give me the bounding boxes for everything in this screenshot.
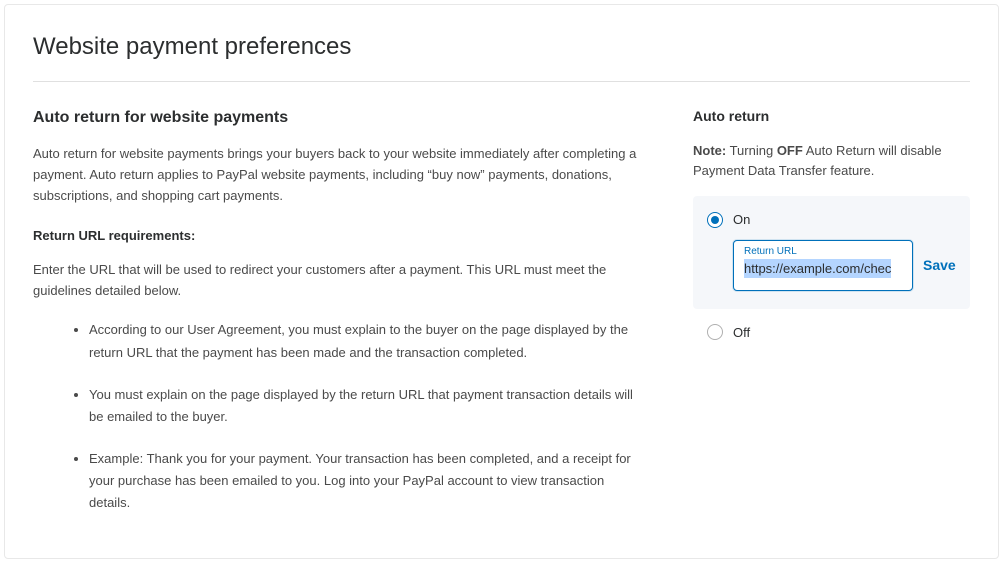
note-label: Note: bbox=[693, 143, 726, 158]
list-item: You must explain on the page displayed b… bbox=[89, 384, 653, 428]
return-url-input[interactable]: Return URL https://example.com/chec bbox=[733, 240, 913, 291]
return-url-value: https://example.com/chec bbox=[744, 259, 891, 279]
description-column: Auto return for website payments Auto re… bbox=[33, 106, 653, 534]
note-text: Note: Turning OFF Auto Return will disab… bbox=[693, 141, 970, 180]
radio-off[interactable]: Off bbox=[693, 323, 970, 343]
list-item: Example: Thank you for your payment. You… bbox=[89, 448, 653, 514]
note-mid1: Turning bbox=[726, 143, 777, 158]
radio-on-icon bbox=[707, 212, 723, 228]
auto-return-heading: Auto return bbox=[693, 106, 970, 127]
radio-on-label: On bbox=[733, 210, 750, 230]
radio-off-icon bbox=[707, 324, 723, 340]
intro-text: Auto return for website payments brings … bbox=[33, 144, 653, 206]
save-button[interactable]: Save bbox=[923, 255, 956, 276]
settings-panel: Website payment preferences Auto return … bbox=[4, 4, 999, 559]
list-item: According to our User Agreement, you mus… bbox=[89, 319, 653, 363]
page-title: Website payment preferences bbox=[33, 29, 970, 82]
section-heading: Auto return for website payments bbox=[33, 106, 653, 130]
requirements-list: According to our User Agreement, you mus… bbox=[33, 319, 653, 514]
content-area: Auto return for website payments Auto re… bbox=[33, 106, 970, 534]
controls-column: Auto return Note: Turning OFF Auto Retur… bbox=[693, 106, 970, 534]
on-option-box: On Return URL https://example.com/chec S… bbox=[693, 196, 970, 309]
radio-on[interactable]: On bbox=[707, 210, 956, 230]
return-url-row: Return URL https://example.com/chec Save bbox=[733, 240, 956, 291]
note-bold: OFF bbox=[777, 143, 803, 158]
radio-off-label: Off bbox=[733, 323, 750, 343]
requirements-intro: Enter the URL that will be used to redir… bbox=[33, 260, 653, 302]
return-url-label: Return URL bbox=[744, 244, 902, 259]
requirements-heading: Return URL requirements: bbox=[33, 226, 653, 246]
